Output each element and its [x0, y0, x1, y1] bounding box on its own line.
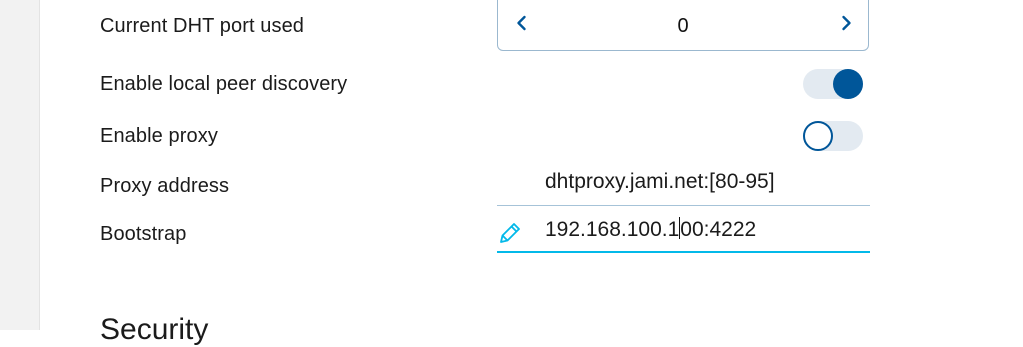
enable-proxy-toggle[interactable] [803, 121, 863, 151]
security-section-title: Security [100, 313, 209, 346]
bootstrap-value-before-caret: 192.168.100.1 [545, 218, 680, 241]
bootstrap-value-after-caret: 00:4222 [680, 218, 757, 241]
toggle-knob [803, 121, 833, 151]
bootstrap-field[interactable]: 192.168.100.100:4222 [497, 209, 870, 253]
local-peer-discovery-toggle[interactable] [803, 69, 863, 99]
dht-port-label: Current DHT port used [100, 15, 305, 37]
local-peer-discovery-label: Enable local peer discovery [100, 73, 348, 95]
left-navigation-strip [0, 0, 40, 330]
chevron-right-icon[interactable] [837, 14, 855, 32]
bootstrap-label: Bootstrap [100, 223, 187, 245]
dht-port-spinbox[interactable]: 0 [497, 0, 869, 51]
bootstrap-value[interactable]: 192.168.100.100:4222 [545, 217, 756, 242]
proxy-address-label: Proxy address [100, 175, 230, 197]
proxy-address-field[interactable]: dhtproxy.jami.net:[80-95] [497, 162, 870, 206]
dht-port-value[interactable]: 0 [498, 15, 868, 38]
enable-proxy-label: Enable proxy [100, 125, 218, 147]
pencil-icon [497, 220, 523, 246]
toggle-knob [833, 69, 863, 99]
proxy-address-value[interactable]: dhtproxy.jami.net:[80-95] [545, 170, 775, 194]
